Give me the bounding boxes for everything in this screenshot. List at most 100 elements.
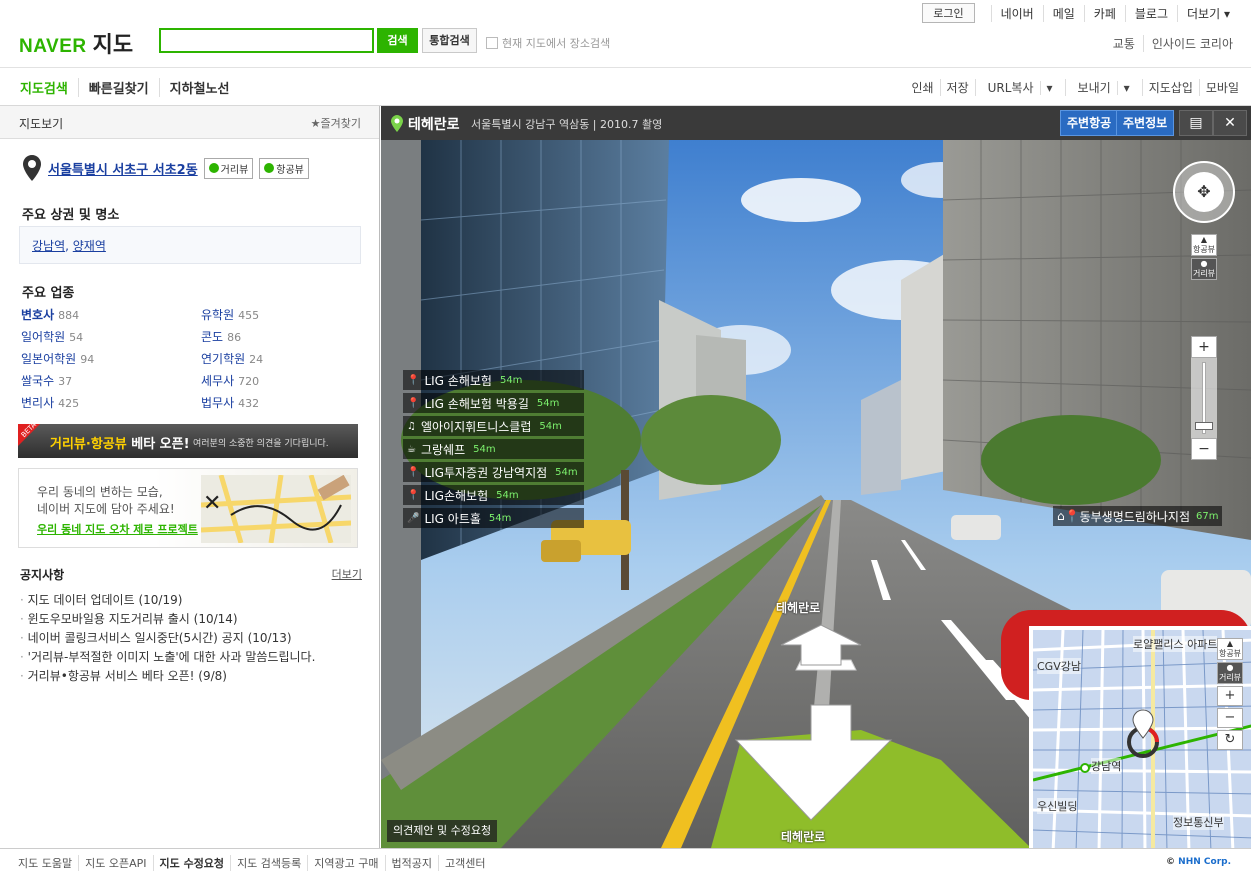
business-item[interactable]: 유학원 455 <box>201 306 361 323</box>
gnb-mail[interactable]: 메일 <box>1042 4 1084 22</box>
poi-item[interactable]: 📍 LIG투자증권 강남역지점 54m <box>403 462 584 482</box>
search-button[interactable]: 검색 <box>377 28 418 53</box>
landmark-gangnam[interactable]: 강남역 <box>32 239 65 253</box>
poi-item-right[interactable]: ⌂ 📍 동부생명드림하나지점 67m <box>1053 506 1223 526</box>
notice-item[interactable]: '거리뷰-부적절한 이미지 노출'에 대한 사과 말씀드립니다. <box>20 648 362 667</box>
business-name[interactable]: 변호사 <box>21 308 54 322</box>
gnb-naver[interactable]: 네이버 <box>990 4 1043 22</box>
footer-correction-link[interactable]: 지도 수정요청 <box>152 855 231 871</box>
pan-arrows-icon[interactable]: ✥ <box>1184 172 1224 212</box>
gnb-blog[interactable]: 블로그 <box>1124 4 1177 22</box>
poi-item[interactable]: 📍 LIG손해보험 54m <box>403 485 584 505</box>
footer-api-link[interactable]: 지도 오픈API <box>78 855 152 871</box>
minimap[interactable]: 로얄팰리스 아파트 CGV강남 강남역 우신빌딩 정보통신부 ▲ 항공뷰 ● 거리뷰… <box>1029 626 1251 848</box>
send-button[interactable]: 보내기 ▾ <box>1064 79 1142 96</box>
minimap-aerial-toggle[interactable]: ▲ 항공뷰 <box>1217 638 1243 660</box>
compass-control[interactable]: ✥ <box>1173 161 1235 223</box>
gnb-cafe[interactable]: 카페 <box>1083 4 1125 22</box>
business-item[interactable]: 연기학원 24 <box>201 350 361 367</box>
checkbox-icon[interactable] <box>486 37 498 49</box>
business-name[interactable]: 유학원 <box>201 308 234 322</box>
url-copy-button[interactable]: URL복사 ▾ <box>974 79 1065 96</box>
naver-logo[interactable]: NAVER <box>19 36 87 58</box>
business-item[interactable]: 세무사 720 <box>201 372 361 389</box>
zero-error-banner[interactable]: ✕ 우리 동네의 변하는 모습, 네이버 지도에 담아 주세요! 우리 동네 지… <box>18 468 358 548</box>
business-name[interactable]: 콘도 <box>201 330 223 344</box>
address-link[interactable]: 서울특별시 서초구 서초2동 <box>48 159 198 178</box>
business-item[interactable]: 변호사 884 <box>21 306 201 323</box>
business-item[interactable]: 일본어학원 94 <box>21 350 201 367</box>
poi-name: LIG투자증권 강남역지점 <box>424 465 548 480</box>
login-button[interactable]: 로그인 <box>922 3 975 23</box>
business-item[interactable]: 변리사 425 <box>21 394 201 411</box>
business-item[interactable]: 법무사 432 <box>201 394 361 411</box>
gnb-more[interactable]: 더보기 ▾ <box>1177 4 1239 22</box>
nearby-aerial-button[interactable]: 주변항공 <box>1060 110 1119 136</box>
banner2-link[interactable]: 우리 동네 지도 오차 제로 프로젝트 <box>37 521 198 537</box>
poi-item[interactable]: 🎤 LIG 아트홀 54m <box>403 508 584 528</box>
favorite-button[interactable]: ★즐겨찾기 <box>311 115 361 131</box>
inside-korea-link[interactable]: 인사이드 코리아 <box>1142 35 1241 52</box>
business-name[interactable]: 연기학원 <box>201 352 245 366</box>
logo[interactable]: NAVER 지도 <box>19 27 133 59</box>
business-item[interactable]: 일어학원 54 <box>21 328 201 345</box>
poi-item[interactable]: ♫ 엘아이지휘트니스클럽 54m <box>403 416 584 436</box>
nearby-info-button[interactable]: 주변정보 <box>1116 110 1175 136</box>
business-name[interactable]: 법무사 <box>201 396 234 410</box>
print-button[interactable]: 인쇄 <box>905 79 939 96</box>
footer-ads-link[interactable]: 지역광고 구매 <box>307 855 384 871</box>
business-name[interactable]: 변리사 <box>21 396 54 410</box>
poi-item[interactable]: ☕ 그랑쉐프 54m <box>403 439 584 459</box>
business-name[interactable]: 쌀국수 <box>21 374 54 388</box>
tab-subway[interactable]: 지하철노선 <box>158 78 240 97</box>
zoom-in-button[interactable]: + <box>1191 336 1217 358</box>
banner-map-illustration <box>201 475 351 543</box>
integrated-search-button[interactable]: 통합검색 <box>422 28 477 53</box>
street-view-toggle[interactable]: ● 거리뷰 <box>1191 258 1217 280</box>
map-logo[interactable]: 지도 <box>93 27 133 59</box>
business-name[interactable]: 일어학원 <box>21 330 65 344</box>
save-button[interactable]: 저장 <box>939 79 975 96</box>
zoom-slider[interactable] <box>1191 358 1217 438</box>
feedback-button[interactable]: 의견제안 및 수정요청 <box>387 820 498 842</box>
layout-toggle-button[interactable]: ▤ <box>1179 110 1213 136</box>
footer-help-link[interactable]: 지도 도움말 <box>12 855 78 871</box>
map-label: 정보통신부 <box>1173 814 1224 830</box>
notice-more-link[interactable]: 더보기 <box>332 566 362 582</box>
notice-item[interactable]: 거리뷰•항공뷰 서비스 베타 오픈! (9/8) <box>20 667 362 686</box>
footer-legal-link[interactable]: 법적공지 <box>384 855 438 871</box>
search-input[interactable] <box>159 28 374 53</box>
business-name[interactable]: 세무사 <box>201 374 234 388</box>
traffic-link[interactable]: 교통 <box>1105 35 1143 52</box>
street-view-panel[interactable]: 테헤란로 서울특별시 강남구 역삼동 | 2010.7 촬영 주변항공 주변정보… <box>381 106 1251 848</box>
location-date: 서울특별시 강남구 역삼동 | 2010.7 촬영 <box>471 118 663 131</box>
business-name[interactable]: 일본어학원 <box>21 352 76 366</box>
poi-item[interactable]: 📍 LIG 손해보험 박용길 54m <box>403 393 584 413</box>
footer-support-link[interactable]: 고객센터 <box>437 855 491 871</box>
landmark-yangjae[interactable]: 양재역 <box>73 239 106 253</box>
minimap-street-toggle[interactable]: ● 거리뷰 <box>1217 662 1243 684</box>
street-view-button[interactable]: 거리뷰 <box>203 157 254 179</box>
minimap-zoom-out[interactable]: − <box>1217 708 1243 728</box>
embed-map-button[interactable]: 지도삽입 <box>1141 79 1199 96</box>
beta-banner[interactable]: BETA 거리뷰·항공뷰 베타 오픈! 여러분의 소중한 의견을 기다립니다. <box>18 421 358 458</box>
zoom-out-button[interactable]: − <box>1191 438 1217 460</box>
business-item[interactable]: 콘도 86 <box>201 328 361 345</box>
aerial-view-button[interactable]: 항공뷰 <box>259 157 309 179</box>
notice-item[interactable]: 지도 데이터 업데이트 (10/19) <box>20 591 362 610</box>
aerial-view-toggle[interactable]: ▲ 항공뷰 <box>1191 234 1217 256</box>
footer-register-link[interactable]: 지도 검색등록 <box>230 855 307 871</box>
tab-map-search[interactable]: 지도검색 <box>10 78 78 97</box>
minimap-refresh-button[interactable]: ↻ <box>1217 730 1243 750</box>
current-map-search-checkbox[interactable]: 현재 지도에서 장소검색 <box>486 35 610 51</box>
mobile-button[interactable]: 모바일 <box>1198 79 1245 96</box>
notice-item[interactable]: 네이버 콜링크서비스 일시중단(5시간) 공지 (10/13) <box>20 629 362 648</box>
business-item[interactable]: 쌀국수 37 <box>21 372 201 389</box>
close-button[interactable]: ✕ <box>1213 110 1247 136</box>
zoom-handle[interactable] <box>1195 422 1213 430</box>
poi-item[interactable]: 📍 LIG 손해보험 54m <box>403 370 584 390</box>
minimap-zoom-in[interactable]: + <box>1217 686 1243 706</box>
poi-name: 그랑쉐프 <box>420 442 466 457</box>
notice-item[interactable]: 윈도우모바일용 지도거리뷰 출시 (10/14) <box>20 610 362 629</box>
tab-quick-route[interactable]: 빠른길찾기 <box>77 78 159 97</box>
